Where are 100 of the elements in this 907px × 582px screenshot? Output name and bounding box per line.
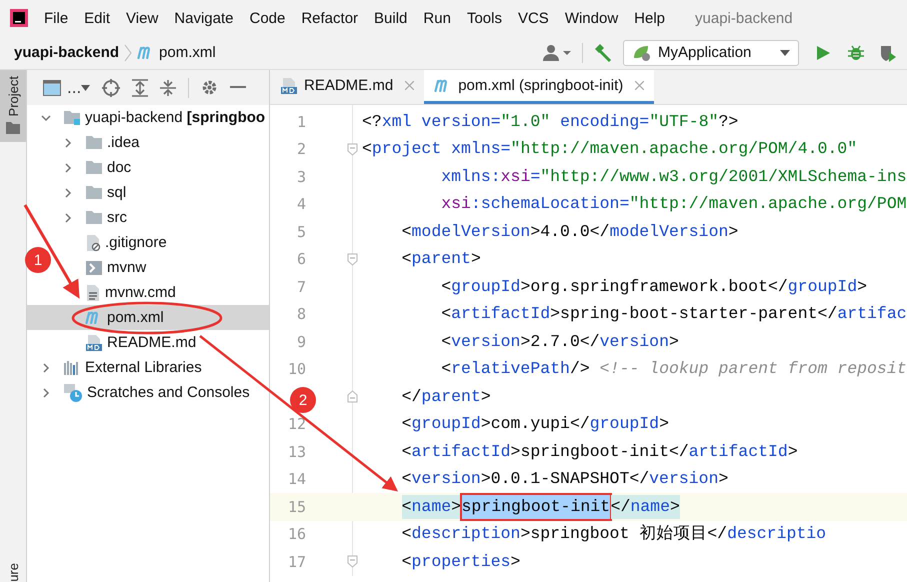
chevron-right-icon[interactable] bbox=[63, 138, 73, 148]
markdown-file-icon bbox=[85, 334, 103, 352]
menu-item[interactable]: Tools bbox=[458, 10, 510, 26]
library-icon bbox=[63, 360, 81, 376]
code-line: <name>springboot-init</name> bbox=[402, 493, 680, 520]
tree-item-label[interactable]: README.md bbox=[107, 334, 196, 351]
folder-icon bbox=[85, 135, 103, 150]
code-line: <artifactId>springboot-init</artifactId> bbox=[402, 440, 798, 463]
line-number: 5 bbox=[296, 222, 306, 241]
caret-icon bbox=[780, 50, 790, 56]
menu-item[interactable]: Refactor bbox=[293, 10, 366, 26]
breadcrumb-separator-icon bbox=[123, 44, 134, 62]
app-logo-icon bbox=[10, 9, 28, 27]
menu-item[interactable]: Code bbox=[241, 10, 294, 26]
project-tool-tab[interactable]: Project bbox=[0, 70, 26, 142]
expand-all-icon[interactable] bbox=[132, 78, 148, 96]
line-number: 2 bbox=[296, 140, 306, 158]
code-line: xsi:schemaLocation="http://maven.apache.org/POM bbox=[441, 193, 907, 216]
tree-item-label[interactable]: pom.xml bbox=[107, 309, 164, 326]
ignored-file-icon bbox=[85, 234, 101, 252]
chevron-right-icon[interactable] bbox=[63, 188, 73, 198]
line-number: 15 bbox=[286, 498, 306, 516]
module-folder-icon bbox=[63, 110, 81, 126]
tree-item-label[interactable]: src bbox=[107, 209, 127, 226]
tree-item-label[interactable]: doc bbox=[107, 159, 132, 176]
collapse-all-icon[interactable] bbox=[160, 78, 176, 96]
debug-bug-icon[interactable] bbox=[847, 44, 865, 62]
menu-item[interactable]: View bbox=[118, 10, 166, 26]
folder-icon bbox=[85, 185, 103, 200]
line-number: 14 bbox=[286, 470, 306, 488]
fold-marker-icon[interactable] bbox=[347, 252, 358, 266]
editor-tab[interactable]: README.md bbox=[270, 70, 424, 104]
line-number: 10 bbox=[286, 360, 306, 378]
code-line: <modelVersion>4.0.0</modelVersion> bbox=[402, 220, 738, 243]
chevron-right-icon[interactable] bbox=[41, 362, 51, 372]
line-number: 3 bbox=[296, 168, 306, 186]
tree-item-label[interactable]: External Libraries bbox=[85, 359, 202, 376]
fold-marker-icon[interactable] bbox=[347, 142, 358, 156]
menu-item[interactable]: Edit bbox=[76, 10, 118, 26]
tree-item-label[interactable]: mvnw bbox=[107, 259, 146, 276]
folder-icon bbox=[6, 122, 20, 134]
markdown-file-icon bbox=[280, 76, 298, 94]
coverage-shield-icon[interactable] bbox=[879, 44, 897, 62]
selected-tree-row[interactable]: pom.xml bbox=[27, 305, 269, 330]
breadcrumb-file[interactable]: pom.xml bbox=[159, 44, 216, 61]
fold-marker-icon[interactable] bbox=[347, 390, 358, 404]
code-line: <properties> bbox=[402, 550, 520, 573]
tree-item-label[interactable]: Scratches and Consoles bbox=[87, 384, 250, 401]
line-number: 12 bbox=[286, 415, 306, 434]
line-number: 17 bbox=[286, 552, 306, 571]
folder-icon bbox=[85, 160, 103, 175]
text-file-icon bbox=[85, 284, 101, 302]
line-number: 16 bbox=[286, 525, 306, 544]
menu-item[interactable]: VCS bbox=[510, 10, 557, 26]
annotation-rectangle: springboot-init bbox=[460, 492, 612, 521]
run-configuration-dropdown[interactable]: MyApplication bbox=[623, 40, 799, 66]
menu-item[interactable]: File bbox=[36, 10, 76, 26]
breadcrumb-project[interactable]: yuapi-backend bbox=[14, 44, 120, 61]
menu-item[interactable]: Help bbox=[626, 10, 674, 26]
menu-item[interactable]: Run bbox=[415, 10, 459, 26]
view-selector[interactable]: ... bbox=[67, 78, 82, 96]
menu-item[interactable]: Build bbox=[366, 10, 416, 26]
code-line: <project xmlns="http://maven.apache.org/POM/4.0.0" bbox=[362, 138, 858, 160]
tree-item-label[interactable]: .gitignore bbox=[105, 234, 167, 251]
scratch-clock-icon bbox=[63, 382, 83, 402]
code-line: <groupId>com.yupi</groupId> bbox=[402, 413, 669, 436]
fold-marker-icon[interactable] bbox=[347, 555, 358, 568]
hammer-icon[interactable] bbox=[593, 42, 613, 62]
line-number: 7 bbox=[296, 278, 306, 296]
line-number: 9 bbox=[296, 332, 306, 351]
minimize-icon[interactable] bbox=[230, 86, 246, 90]
tree-item-label[interactable]: .idea bbox=[107, 134, 140, 151]
code-line: <version>2.7.0</version> bbox=[441, 330, 679, 353]
window-title: yuapi-backend bbox=[695, 10, 793, 26]
chevron-down-icon[interactable] bbox=[41, 112, 51, 122]
close-icon[interactable] bbox=[635, 81, 644, 90]
run-icon[interactable] bbox=[815, 44, 831, 60]
line-number: 4 bbox=[296, 195, 306, 214]
code-line: </parent> bbox=[402, 386, 491, 408]
chevron-right-icon[interactable] bbox=[63, 162, 73, 172]
folder-icon bbox=[85, 210, 103, 225]
structure-tool-tab[interactable]: ure bbox=[0, 563, 26, 582]
spring-leaf-icon bbox=[632, 44, 652, 62]
chevron-right-icon[interactable] bbox=[41, 388, 51, 398]
tree-item-label[interactable]: mvnw.cmd bbox=[105, 284, 176, 301]
editor-tab[interactable]: pom.xml (springboot-init) bbox=[424, 70, 654, 104]
settings-icon[interactable] bbox=[201, 79, 218, 96]
line-number: 8 bbox=[296, 305, 306, 324]
menu-item[interactable]: Window bbox=[556, 10, 626, 26]
window-icon[interactable] bbox=[43, 80, 61, 96]
crosshair-icon[interactable] bbox=[102, 78, 120, 96]
code-line: <description>springboot 初始项目</descriptio bbox=[402, 523, 826, 546]
user-icon[interactable] bbox=[542, 44, 572, 62]
menu-item[interactable]: Navigate bbox=[166, 10, 242, 26]
code-line: <parent> bbox=[402, 248, 481, 270]
chevron-right-icon[interactable] bbox=[63, 212, 73, 222]
code-line: xmlns:xsi="http://www.w3.org/2001/XMLSchema-ins bbox=[441, 166, 907, 188]
tree-item-label[interactable]: yuapi-backend [springboo bbox=[85, 109, 266, 126]
line-number: 6 bbox=[296, 250, 306, 268]
tree-item-label[interactable]: sql bbox=[107, 184, 126, 201]
